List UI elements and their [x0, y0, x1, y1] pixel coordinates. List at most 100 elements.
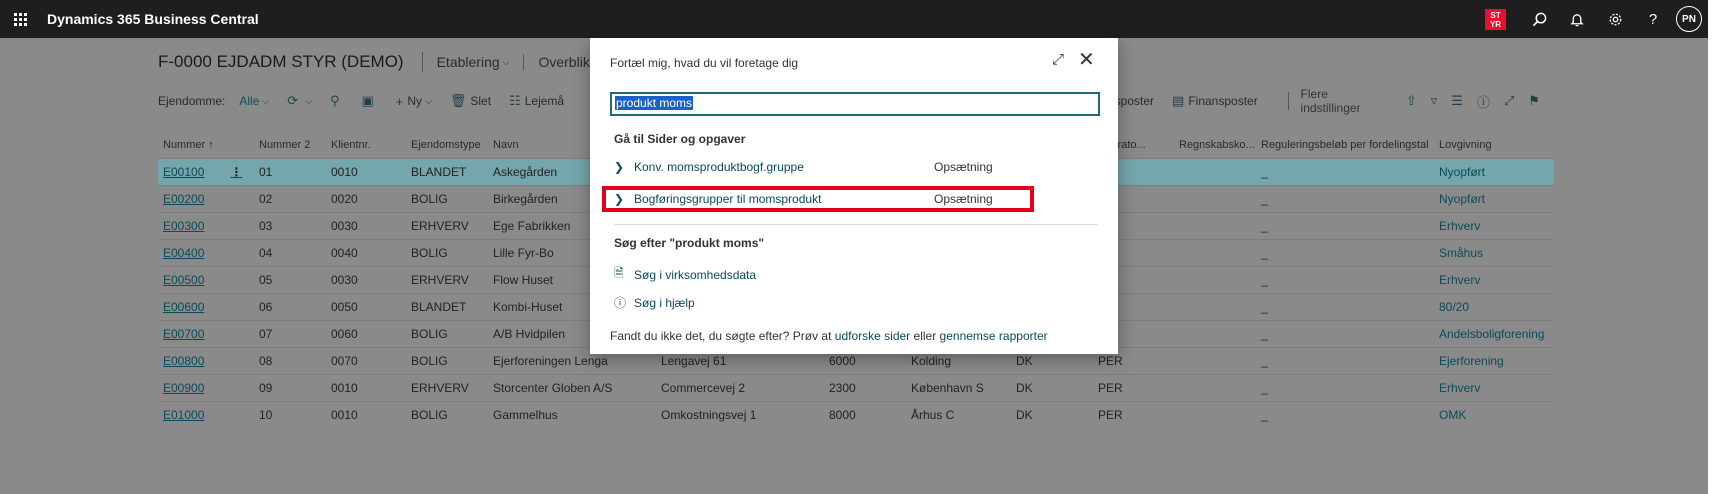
list-icon[interactable]: ☰ [1451, 93, 1463, 109]
table-cell-cc: DK [1016, 408, 1033, 422]
company-badge[interactable]: ST YR [1485, 8, 1506, 30]
table-cell-nr[interactable]: E00700 [158, 327, 254, 341]
table-cell-nr2: 07 [259, 327, 273, 341]
new-label: Ny [407, 94, 423, 108]
table-cell-kl: 0010 [331, 165, 358, 179]
share-icon[interactable]: ⇧ [1406, 93, 1417, 109]
highlight-annotation [602, 186, 1034, 212]
table-cell-admin: PER [1098, 408, 1123, 422]
column-header[interactable]: Klientnr. [326, 139, 406, 151]
table-cell-nr2: 10 [259, 408, 273, 422]
browse-reports-link[interactable]: gennemse rapporter [940, 329, 1048, 343]
table-cell-nr[interactable]: E00500 [158, 273, 254, 287]
filter-label: Ejendomme: [158, 94, 226, 108]
table-cell-lov[interactable]: OMK [1434, 408, 1554, 422]
table-cell-name: Storcenter Globen A/S [493, 381, 613, 395]
search-icon[interactable] [1520, 0, 1558, 38]
table-cell-nr2: 02 [259, 192, 273, 206]
view-icon: ⟳ [287, 93, 299, 108]
column-header[interactable]: Nummer 2 [254, 139, 326, 151]
gear-icon[interactable] [1596, 0, 1634, 38]
lease-label: Lejemå [524, 94, 565, 108]
help-icon[interactable]: ? [1634, 0, 1672, 38]
table-row[interactable]: E01000 10 0010 BOLIG Gammelhus Omkostningsvej… [158, 401, 1554, 428]
app-launcher-button[interactable] [0, 0, 40, 38]
table-cell-lov[interactable]: Erhverv [1434, 273, 1554, 287]
table-cell-nr[interactable]: E00300 [158, 219, 254, 233]
table-cell-city: Århus C [911, 408, 955, 422]
hierarchy-icon: ☷ [509, 93, 521, 108]
lease-button[interactable]: ☷ Lejemå [509, 93, 564, 109]
bell-icon[interactable] [1558, 0, 1596, 38]
divider [614, 224, 1098, 225]
tell-me-search-input[interactable]: produkt moms [610, 92, 1100, 116]
chevron-down-icon: ⌵ [425, 95, 432, 106]
table-cell-regl: _ [1261, 219, 1268, 233]
result-konv-momsproduktbogf[interactable]: ❯ Konv. momsproduktbogf.gruppe Opsætning [614, 156, 1098, 178]
table-cell-regl: _ [1261, 300, 1268, 314]
row-menu-icon[interactable]: ⋮ [230, 165, 244, 179]
column-header[interactable]: Nummer ↑ [158, 139, 254, 151]
table-cell-type: BOLIG [411, 327, 448, 341]
table-cell-lov[interactable]: Ejerforening [1434, 354, 1554, 368]
table-cell-nr[interactable]: E00400 [158, 246, 254, 260]
table-cell-city: Kolding [911, 354, 952, 368]
table-cell-type: ERHVERV [411, 381, 469, 395]
table-cell-lov[interactable]: Andelsboligforening [1434, 327, 1554, 341]
explore-pages-link[interactable]: udforske sider [835, 329, 910, 343]
help-circle-icon: ⓘ [614, 296, 627, 310]
table-cell-lov[interactable]: Småhus [1434, 246, 1554, 260]
table-cell-nr[interactable]: E00800 [158, 354, 254, 368]
table-cell-lov[interactable]: Erhverv [1434, 381, 1554, 395]
page-search-button[interactable]: ⚲ [330, 93, 344, 109]
search-help-link[interactable]: ⓘ Søg i hjælp [614, 294, 695, 311]
table-cell-admin: PER [1098, 381, 1123, 395]
table-cell-nr[interactable]: E00100 ⋮ [158, 165, 254, 179]
delete-button[interactable]: 🗑 Slet [450, 93, 491, 109]
table-cell-lov[interactable]: Erhverv [1434, 219, 1554, 233]
expand-icon[interactable]: ⤢ [1052, 51, 1064, 68]
table-cell-name: Gammelhus [493, 408, 558, 422]
close-icon[interactable]: ✕ [1078, 47, 1095, 72]
column-header[interactable]: Ejendomstype [406, 139, 488, 151]
avatar[interactable]: PN [1676, 6, 1702, 32]
new-button[interactable]: + Ny ⌵ [396, 94, 432, 109]
table-cell-kl: 0030 [331, 219, 358, 233]
table-cell-regl: _ [1261, 408, 1268, 422]
view-toggle-button[interactable]: ⟳ ⌵ [287, 93, 312, 109]
table-cell-regl: _ [1261, 354, 1268, 368]
filter-selector[interactable]: Ejendomme: Alle ⌵ [158, 94, 269, 108]
row-number-text[interactable]: E00100 [163, 165, 204, 179]
column-header[interactable]: Lovgivning [1434, 139, 1554, 151]
table-cell-nr[interactable]: E00200 [158, 192, 254, 206]
chevron-down-icon: ⌵ [502, 56, 510, 67]
menu-etablering[interactable]: Etablering ⌵ [423, 54, 525, 70]
column-header[interactable]: Reguleringsbeløb per fordelingstal [1256, 139, 1434, 151]
result-label: Konv. momsproduktbogf.gruppe [634, 160, 804, 174]
table-cell-zip: 8000 [829, 408, 856, 422]
search-company-data-link[interactable]: 🗎 Søg i virksomhedsdata [614, 264, 756, 285]
table-cell-nr[interactable]: E00600 [158, 300, 254, 314]
action-icons: ⇧ ▿ ☰ ⓘ ⤢ ⚑ [1406, 92, 1554, 111]
tell-me-dialog: Fortæl mig, hvad du vil foretage dig ⤢ ✕… [590, 38, 1118, 354]
table-cell-nr[interactable]: E00900 [158, 381, 254, 395]
more-options-button[interactable]: Flere indstillinger [1301, 87, 1376, 115]
table-cell-lov[interactable]: Nyopført [1434, 165, 1554, 179]
search-help-label: Søg i hjælp [634, 295, 695, 310]
table-row[interactable]: E00900 09 0010 ERHVERV Storcenter Globen A/S… [158, 374, 1554, 401]
column-header[interactable]: Regnskabsko... [1174, 139, 1256, 151]
app-title[interactable]: Dynamics 365 Business Central [47, 11, 259, 27]
expand-icon[interactable]: ⤢ [1504, 93, 1514, 109]
table-cell-lov[interactable]: 80/20 [1434, 300, 1554, 314]
filter-value[interactable]: Alle [239, 94, 259, 108]
bookmark-icon[interactable]: ⚑ [1528, 93, 1540, 109]
edit-list-button[interactable]: ▣ [361, 93, 377, 109]
table-cell-lov[interactable]: Nyopført [1434, 192, 1554, 206]
info-icon[interactable]: ⓘ [1477, 92, 1490, 111]
filter-icon[interactable]: ▿ [1431, 93, 1438, 109]
table-cell-kl: 0070 [331, 354, 358, 368]
ledger-entries-button[interactable]: ▤ Finansposter [1172, 93, 1258, 109]
table-cell-regl: _ [1261, 246, 1268, 260]
table-cell-regl: _ [1261, 381, 1268, 395]
table-cell-nr[interactable]: E01000 [158, 408, 254, 422]
